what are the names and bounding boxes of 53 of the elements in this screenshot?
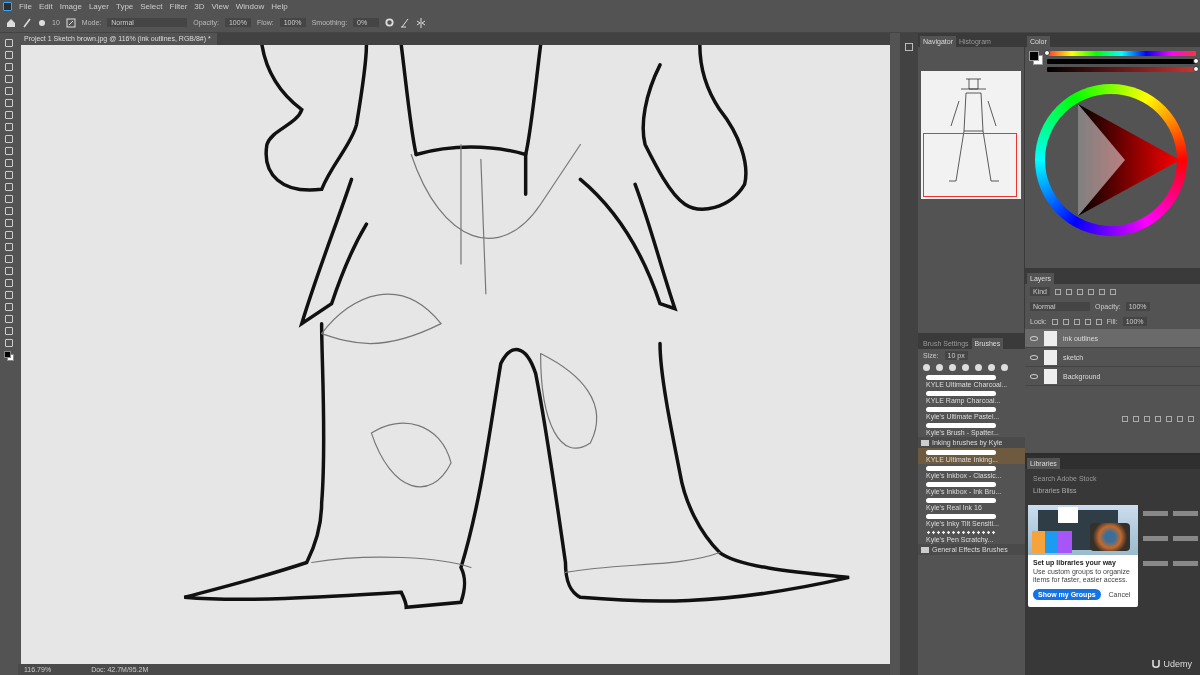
panel-icon[interactable] [905, 43, 913, 51]
library-item-thumbnail[interactable] [1143, 536, 1168, 541]
color-swatches-icon[interactable] [1029, 51, 1043, 65]
slider-thumb[interactable] [1193, 58, 1199, 64]
folder-icon [921, 546, 929, 553]
menu-item[interactable]: 3D [194, 2, 205, 11]
brush-stroke-preview [926, 391, 996, 396]
menu-item[interactable]: View [211, 2, 229, 11]
brush-preset-icon[interactable] [38, 18, 46, 27]
logo-text: Udemy [1163, 659, 1192, 669]
symmetry-icon[interactable] [416, 17, 427, 28]
brush-stroke-preview [926, 498, 996, 503]
layer-thumbnail [1044, 368, 1057, 384]
library-item-thumbnail[interactable] [1143, 511, 1168, 516]
library-item-thumbnail[interactable] [1173, 561, 1198, 566]
brush-icon[interactable] [22, 17, 32, 28]
menu-item[interactable]: Image [59, 2, 82, 11]
menu-item[interactable]: Layer [88, 2, 109, 11]
view-area-frame[interactable] [923, 133, 1017, 197]
library-item-thumbnail[interactable] [1173, 511, 1198, 516]
menu-item[interactable]: Edit [38, 2, 53, 11]
menu-item[interactable]: Window [235, 2, 265, 11]
brush-stroke-preview [926, 466, 996, 471]
menu-item[interactable]: File [19, 2, 32, 11]
brush-stroke-preview [926, 450, 996, 455]
layer-thumbnail [1044, 330, 1057, 346]
menu-item[interactable]: Select [140, 2, 163, 11]
folder-icon [921, 439, 929, 446]
menu-item[interactable]: Filter [169, 2, 188, 11]
brush-panel-icon[interactable] [65, 17, 76, 28]
layer-thumbnail [1044, 349, 1057, 365]
brush-stroke-preview [926, 514, 996, 519]
udemy-logo-icon [1151, 659, 1162, 669]
pressure-icon[interactable] [400, 17, 411, 28]
library-item-thumbnail[interactable] [1173, 536, 1198, 541]
brightness-slider[interactable] [1047, 59, 1196, 64]
home-icon[interactable] [6, 17, 16, 28]
brush-stroke-preview [926, 423, 996, 428]
hue-slider[interactable] [1047, 51, 1196, 56]
brush-stroke-preview [926, 407, 996, 412]
menu-item[interactable]: Help [271, 2, 288, 11]
gear-icon[interactable] [385, 18, 395, 27]
brush-stroke-preview [926, 530, 996, 535]
saturation-slider[interactable] [1047, 67, 1196, 72]
library-item-thumbnail[interactable] [1143, 561, 1168, 566]
app-logo-icon[interactable] [3, 2, 12, 11]
slider-thumb[interactable] [1044, 50, 1050, 56]
color-swatches-icon[interactable] [4, 351, 14, 361]
slider-thumb[interactable] [1193, 66, 1199, 72]
brush-stroke-preview [926, 375, 996, 380]
color-triangle[interactable] [1078, 104, 1180, 216]
brush-stroke-preview [926, 482, 996, 487]
menu-item[interactable]: Type [115, 2, 134, 11]
